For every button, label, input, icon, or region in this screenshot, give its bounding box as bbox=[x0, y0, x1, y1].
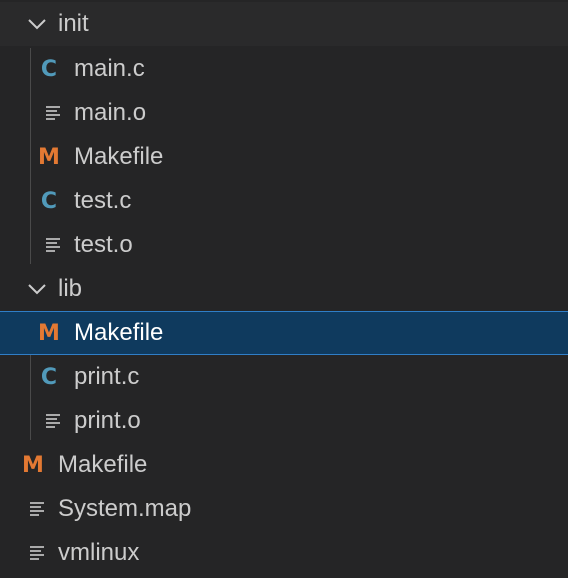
file-init-makefile[interactable]: M Makefile bbox=[0, 135, 568, 179]
file-explorer-tree: init C main.c main.o M Makefile C test.c… bbox=[0, 0, 568, 578]
file-label: System.map bbox=[58, 495, 192, 522]
file-test-o[interactable]: test.o bbox=[0, 223, 568, 267]
file-label: Makefile bbox=[74, 143, 164, 170]
text-lines-icon bbox=[42, 231, 64, 259]
file-label: test.c bbox=[74, 187, 132, 214]
file-label: main.c bbox=[74, 55, 145, 82]
file-label: Makefile bbox=[74, 319, 164, 346]
file-main-c[interactable]: C main.c bbox=[0, 47, 568, 91]
text-lines-icon bbox=[26, 495, 48, 523]
file-print-c[interactable]: C print.c bbox=[0, 355, 568, 399]
c-language-icon: C bbox=[40, 364, 58, 390]
text-lines-icon bbox=[42, 407, 64, 435]
text-lines-icon bbox=[26, 539, 48, 567]
folder-label: init bbox=[58, 10, 89, 37]
c-language-icon: C bbox=[40, 188, 58, 214]
chevron-down-icon bbox=[26, 10, 48, 38]
file-print-o[interactable]: print.o bbox=[0, 399, 568, 443]
folder-label: lib bbox=[58, 275, 83, 302]
file-test-c[interactable]: C test.c bbox=[0, 179, 568, 223]
file-system-map[interactable]: System.map bbox=[0, 487, 568, 531]
file-label: main.o bbox=[74, 99, 147, 126]
file-label: print.c bbox=[74, 363, 140, 390]
file-label: vmlinux bbox=[58, 539, 140, 566]
file-lib-makefile-selected[interactable]: M Makefile bbox=[0, 311, 568, 355]
folder-lib[interactable]: lib bbox=[0, 267, 568, 311]
folder-init[interactable]: init bbox=[0, 2, 568, 46]
chevron-down-icon bbox=[26, 275, 48, 303]
file-label: test.o bbox=[74, 231, 133, 258]
file-label: print.o bbox=[74, 407, 141, 434]
file-root-makefile[interactable]: M Makefile bbox=[0, 443, 568, 487]
file-label: Makefile bbox=[58, 451, 148, 478]
makefile-icon: M bbox=[38, 144, 60, 170]
c-language-icon: C bbox=[40, 56, 58, 82]
makefile-icon: M bbox=[38, 320, 60, 346]
file-vmlinux[interactable]: vmlinux bbox=[0, 531, 568, 575]
text-lines-icon bbox=[42, 99, 64, 127]
makefile-icon: M bbox=[22, 452, 44, 478]
file-main-o[interactable]: main.o bbox=[0, 91, 568, 135]
